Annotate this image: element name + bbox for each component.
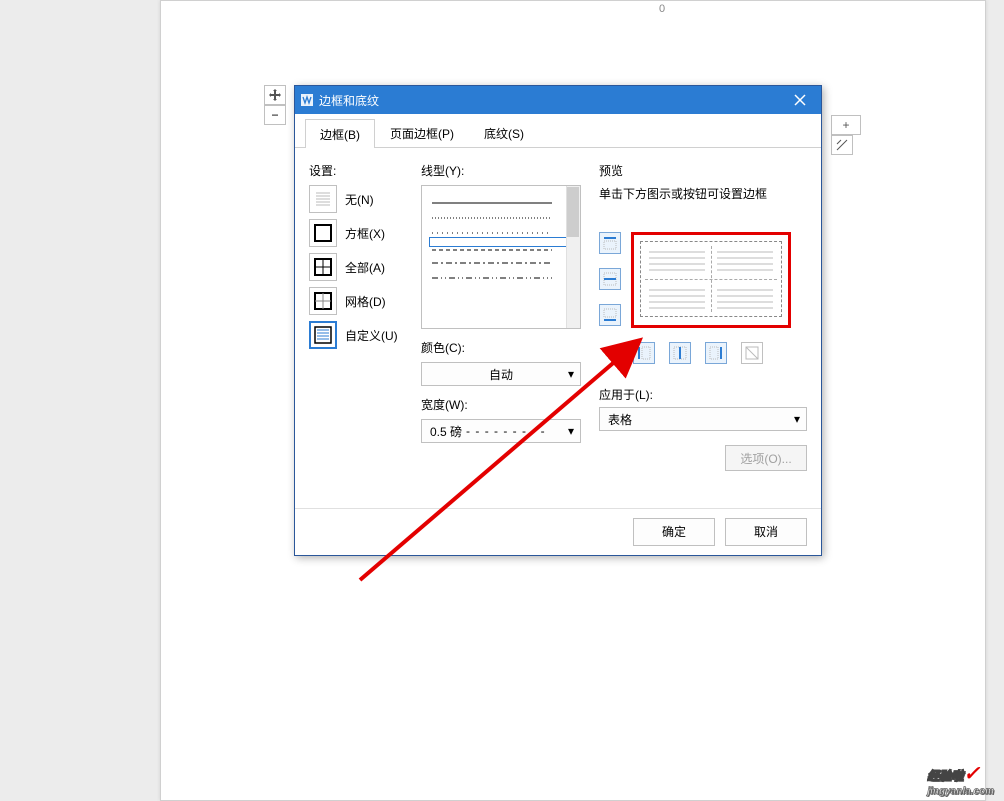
table-add-handle[interactable]: + [831,115,861,135]
preview-table[interactable] [640,241,782,317]
apply-to-label: 应用于(L): [599,386,807,403]
preview-highlight-box [631,232,791,328]
border-top-button[interactable] [599,232,621,254]
preview-hint: 单击下方图示或按钮可设置边框 [599,185,807,202]
custom-icon [309,321,337,349]
apply-to-value: 表格 [608,411,632,428]
box-icon [309,219,337,247]
line-dotted[interactable] [432,208,570,216]
cancel-button[interactable]: 取消 [725,518,807,546]
line-dashdot[interactable] [432,253,570,261]
minus-icon: − [271,108,278,122]
setting-none[interactable]: 无(N) [309,185,403,213]
none-icon [309,185,337,213]
border-left-icon [636,345,652,361]
settings-label: 设置: [309,162,403,179]
check-icon: ✓ [963,763,980,785]
setting-grid[interactable]: 网格(D) [309,287,403,315]
tab-shading[interactable]: 底纹(S) [469,118,539,147]
table-resize-handle[interactable] [831,135,853,155]
close-button[interactable] [779,86,821,114]
color-label: 颜色(C): [421,339,581,356]
all-icon [309,253,337,281]
table-move-handle[interactable] [264,85,286,105]
border-right-button[interactable] [705,342,727,364]
setting-box-label: 方框(X) [345,225,385,242]
border-hmid-icon [602,271,618,287]
setting-all[interactable]: 全部(A) [309,253,403,281]
apply-to-section: 应用于(L): 表格 ▾ 选项(O)... [599,386,807,431]
line-dashdotdot[interactable] [432,268,570,276]
right-handle-group: + [831,115,861,155]
color-combo[interactable]: 自动 ▾ [421,362,581,386]
tabs-bar: 边框(B) 页面边框(P) 底纹(S) [295,118,821,148]
app-icon [295,93,319,107]
chevron-down-icon: ▾ [568,367,574,381]
border-right-icon [708,345,724,361]
chevron-down-icon: ▾ [794,412,800,426]
grid-icon [309,287,337,315]
border-bottom-icon [602,307,618,323]
border-h-middle-button[interactable] [599,268,621,290]
settings-column: 设置: 无(N) 方框(X) 全部(A) [309,162,403,494]
linetype-scrollbar[interactable] [566,186,580,328]
border-diag-icon [744,345,760,361]
line-solid[interactable] [432,193,570,201]
preview-left-buttons [599,232,621,328]
linetype-list[interactable] [421,185,581,329]
dialog-footer: 确定 取消 [295,508,821,554]
border-diag-button[interactable] [741,342,763,364]
watermark-main: 经验啦 [927,769,963,783]
cancel-label: 取消 [754,523,778,540]
options-button: 选项(O)... [725,445,807,471]
preview-bottom-buttons [633,342,807,364]
scrollbar-thumb[interactable] [567,187,579,237]
plus-icon: + [842,118,849,132]
dialog-body: 设置: 无(N) 方框(X) 全部(A) [295,148,821,508]
ok-button[interactable]: 确定 [633,518,715,546]
setting-box[interactable]: 方框(X) [309,219,403,247]
width-combo[interactable]: 0.5 磅 - - - - - - - - - ▾ [421,419,581,443]
width-sample: - - - - - - - - - [466,424,546,438]
border-left-button[interactable] [633,342,655,364]
setting-none-label: 无(N) [345,191,374,208]
border-v-middle-button[interactable] [669,342,691,364]
preview-label: 预览 [599,162,807,179]
line-dotted-wide[interactable] [432,223,570,231]
border-vmid-icon [672,345,688,361]
close-icon [794,94,806,106]
table-move-handle-group: − [264,85,286,125]
tab-page-border[interactable]: 页面边框(P) [375,118,469,147]
resize-icon [836,139,848,151]
dialog-titlebar: 边框和底纹 [295,86,821,114]
page-number: 0 [659,3,665,15]
border-bottom-button[interactable] [599,304,621,326]
dialog-title: 边框和底纹 [319,92,779,109]
preview-content-lines [641,242,781,316]
watermark: 经验啦✓ jingyanla.com [927,761,994,797]
setting-grid-label: 网格(D) [345,293,386,310]
options-label: 选项(O)... [740,450,791,467]
setting-custom[interactable]: 自定义(U) [309,321,403,349]
color-value: 自动 [489,366,513,383]
ok-label: 确定 [662,523,686,540]
move-icon [268,88,282,102]
borders-shading-dialog: 边框和底纹 边框(B) 页面边框(P) 底纹(S) 设置: 无(N) 方框(X) [294,85,822,556]
chevron-down-icon: ▾ [568,424,574,438]
watermark-sub: jingyanla.com [927,786,994,797]
setting-custom-label: 自定义(U) [345,327,398,344]
line-dashed[interactable] [430,238,572,246]
preview-area [599,232,807,328]
linetype-label: 线型(Y): [421,162,581,179]
style-column: 线型(Y): 颜色(C): 自动 ▾ 宽度(W): 0.5 磅 - - - - … [421,162,581,494]
border-top-icon [602,235,618,251]
preview-column: 预览 单击下方图示或按钮可设置边框 [599,162,807,494]
width-value: 0.5 磅 [430,423,462,440]
width-label: 宽度(W): [421,396,581,413]
apply-to-combo[interactable]: 表格 ▾ [599,407,807,431]
tab-border[interactable]: 边框(B) [305,119,375,148]
setting-all-label: 全部(A) [345,259,385,276]
table-collapse-handle[interactable]: − [264,105,286,125]
